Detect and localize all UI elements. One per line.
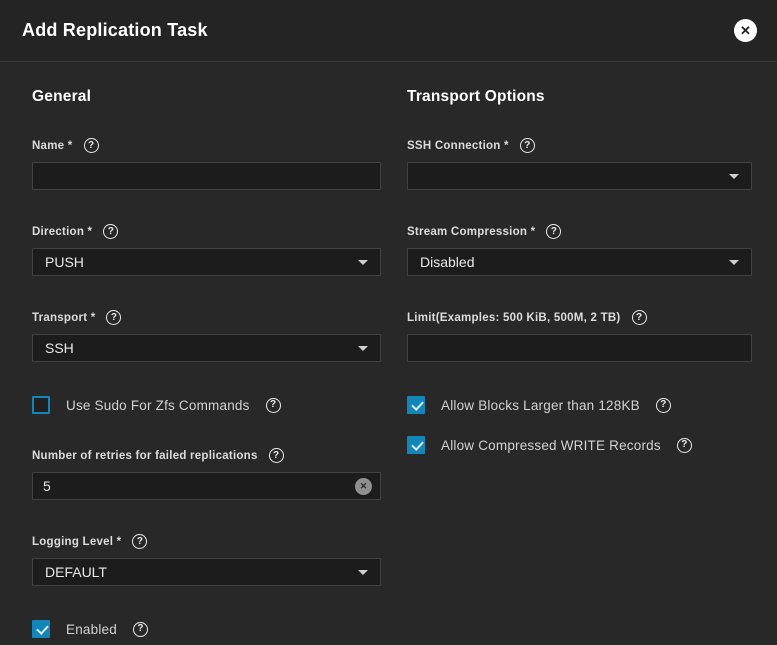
ssh-connection-label: SSH Connection * <box>407 140 509 152</box>
enabled-checkbox-label: Enabled <box>66 622 117 637</box>
question-mark-glyph: ? <box>636 313 642 323</box>
name-input[interactable] <box>32 162 381 190</box>
help-icon[interactable]: ? <box>269 448 284 463</box>
limit-input[interactable] <box>407 334 752 362</box>
help-icon[interactable]: ? <box>133 622 148 637</box>
logging-level-label-row: Logging Level * ? <box>32 534 381 549</box>
sudo-checkbox-row: Use Sudo For Zfs Commands ? <box>32 396 381 414</box>
dialog-body: General Name * ? Direction * ? PUSH <box>0 62 777 645</box>
dropdown-arrow-icon <box>358 346 368 351</box>
enabled-checkbox-row: Enabled ? <box>32 620 381 638</box>
dropdown-arrow-icon <box>729 260 739 265</box>
transport-label: Transport * <box>32 312 95 324</box>
logging-level-field: Logging Level * ? DEFAULT <box>32 534 381 586</box>
compressed-write-checkbox[interactable] <box>407 436 425 454</box>
help-icon[interactable]: ? <box>84 138 99 153</box>
question-mark-glyph: ? <box>111 313 117 323</box>
stream-compression-label-row: Stream Compression * ? <box>407 224 752 239</box>
sudo-checkbox[interactable] <box>32 396 50 414</box>
question-mark-glyph: ? <box>108 227 114 237</box>
name-field: Name * ? <box>32 138 381 190</box>
help-icon[interactable]: ? <box>632 310 647 325</box>
page-title: Add Replication Task <box>22 20 734 41</box>
compressed-write-checkbox-label: Allow Compressed WRITE Records <box>441 438 661 453</box>
question-mark-glyph: ? <box>273 451 279 461</box>
logging-level-label: Logging Level * <box>32 536 121 548</box>
retries-label-row: Number of retries for failed replication… <box>32 448 381 463</box>
section-heading-general: General <box>32 88 381 106</box>
close-button[interactable]: ✕ <box>734 19 757 42</box>
limit-label-row: Limit(Examples: 500 KiB, 500M, 2 TB) ? <box>407 310 752 325</box>
help-icon[interactable]: ? <box>677 438 692 453</box>
question-mark-glyph: ? <box>137 537 143 547</box>
direction-select-value: PUSH <box>45 254 358 270</box>
retries-field: Number of retries for failed replication… <box>32 448 381 500</box>
stream-compression-field: Stream Compression * ? Disabled <box>407 224 752 276</box>
transport-options-section: Transport Options SSH Connection * ? Str… <box>407 88 752 638</box>
ssh-connection-field: SSH Connection * ? <box>407 138 752 190</box>
question-mark-glyph: ? <box>524 141 530 151</box>
limit-field: Limit(Examples: 500 KiB, 500M, 2 TB) ? <box>407 310 752 362</box>
question-mark-glyph: ? <box>88 141 94 151</box>
transport-select-value: SSH <box>45 340 358 356</box>
retries-label: Number of retries for failed replication… <box>32 450 258 462</box>
question-mark-glyph: ? <box>660 400 666 410</box>
large-blocks-checkbox-label: Allow Blocks Larger than 128KB <box>441 398 640 413</box>
direction-label: Direction * <box>32 226 92 238</box>
question-mark-glyph: ? <box>681 440 687 450</box>
help-icon[interactable]: ? <box>132 534 147 549</box>
section-heading-transport-options: Transport Options <box>407 88 752 106</box>
question-mark-glyph: ? <box>137 624 143 634</box>
question-mark-glyph: ? <box>270 400 276 410</box>
retries-input[interactable] <box>32 472 381 500</box>
name-label-row: Name * ? <box>32 138 381 153</box>
enabled-checkbox[interactable] <box>32 620 50 638</box>
dialog-header: Add Replication Task ✕ <box>0 0 777 62</box>
dropdown-arrow-icon <box>358 260 368 265</box>
stream-compression-select[interactable]: Disabled <box>407 248 752 276</box>
clear-button[interactable]: ✕ <box>355 478 372 495</box>
dropdown-arrow-icon <box>729 174 739 179</box>
clear-icon: ✕ <box>360 482 368 491</box>
limit-label: Limit(Examples: 500 KiB, 500M, 2 TB) <box>407 312 621 324</box>
transport-field: Transport * ? SSH <box>32 310 381 362</box>
general-section: General Name * ? Direction * ? PUSH <box>32 88 381 638</box>
name-label: Name * <box>32 140 73 152</box>
help-icon[interactable]: ? <box>103 224 118 239</box>
retries-input-wrap: ✕ <box>32 472 381 500</box>
help-icon[interactable]: ? <box>106 310 121 325</box>
logging-level-select[interactable]: DEFAULT <box>32 558 381 586</box>
transport-label-row: Transport * ? <box>32 310 381 325</box>
compressed-write-checkbox-row: Allow Compressed WRITE Records ? <box>407 436 752 454</box>
help-icon[interactable]: ? <box>266 398 281 413</box>
help-icon[interactable]: ? <box>656 398 671 413</box>
ssh-connection-select[interactable] <box>407 162 752 190</box>
question-mark-glyph: ? <box>551 227 557 237</box>
large-blocks-checkbox[interactable] <box>407 396 425 414</box>
stream-compression-label: Stream Compression * <box>407 226 535 238</box>
add-replication-task-dialog: Add Replication Task ✕ General Name * ? … <box>0 0 777 645</box>
help-icon[interactable]: ? <box>520 138 535 153</box>
direction-field: Direction * ? PUSH <box>32 224 381 276</box>
large-blocks-checkbox-row: Allow Blocks Larger than 128KB ? <box>407 396 752 414</box>
ssh-connection-label-row: SSH Connection * ? <box>407 138 752 153</box>
direction-select[interactable]: PUSH <box>32 248 381 276</box>
sudo-checkbox-label: Use Sudo For Zfs Commands <box>66 398 250 413</box>
help-icon[interactable]: ? <box>546 224 561 239</box>
close-icon: ✕ <box>740 24 751 37</box>
stream-compression-select-value: Disabled <box>420 254 729 270</box>
transport-select[interactable]: SSH <box>32 334 381 362</box>
logging-level-select-value: DEFAULT <box>45 564 358 580</box>
dropdown-arrow-icon <box>358 570 368 575</box>
direction-label-row: Direction * ? <box>32 224 381 239</box>
